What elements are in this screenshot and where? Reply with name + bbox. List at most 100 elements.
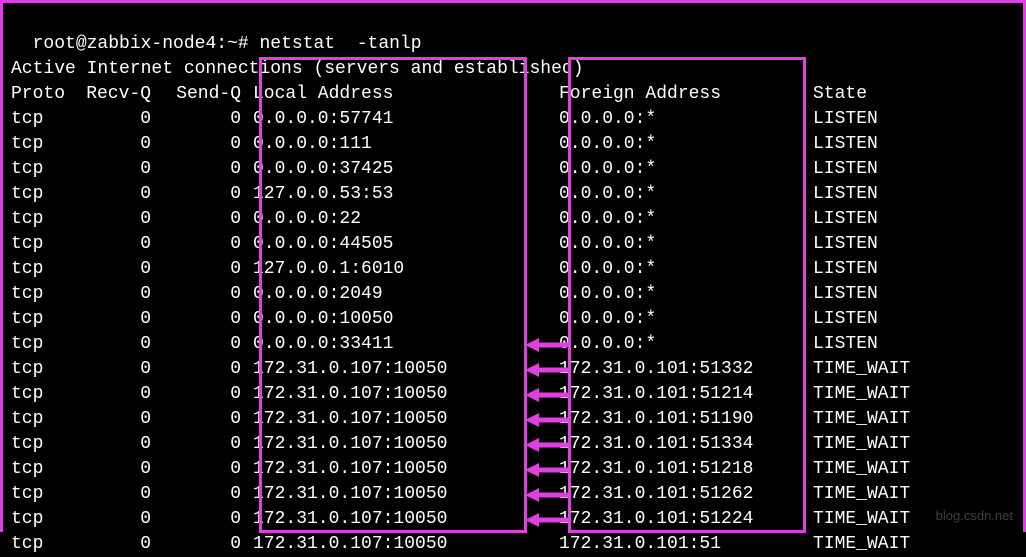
cell-local: 0.0.0.0:44505 (249, 232, 549, 257)
cell-recvq: 0 (79, 382, 159, 407)
table-row: tcp00127.0.0.1:60100.0.0.0:*LISTEN (11, 257, 1015, 282)
cell-recvq: 0 (79, 182, 159, 207)
cell-state: LISTEN (813, 282, 953, 307)
cell-recvq: 0 (79, 507, 159, 532)
cell-foreign: 0.0.0.0:* (549, 132, 813, 157)
table-row: tcp000.0.0.0:220.0.0.0:*LISTEN (11, 207, 1015, 232)
cell-local: 127.0.0.1:6010 (249, 257, 549, 282)
cell-sendq: 0 (159, 407, 249, 432)
cell-proto: tcp (11, 132, 79, 157)
cell-recvq: 0 (79, 157, 159, 182)
cell-sendq: 0 (159, 482, 249, 507)
cell-foreign: 0.0.0.0:* (549, 232, 813, 257)
cell-state: TIME_WAIT (813, 482, 953, 507)
table-row: tcp000.0.0.0:577410.0.0.0:*LISTEN (11, 107, 1015, 132)
cell-proto: tcp (11, 332, 79, 357)
cell-recvq: 0 (79, 407, 159, 432)
cell-local: 127.0.0.53:53 (249, 182, 549, 207)
cell-proto: tcp (11, 357, 79, 382)
cell-recvq: 0 (79, 257, 159, 282)
cell-local: 172.31.0.107:10050 (249, 432, 549, 457)
table-row: tcp00127.0.0.53:530.0.0.0:*LISTEN (11, 182, 1015, 207)
cell-sendq: 0 (159, 207, 249, 232)
cell-foreign: 172.31.0.101:51214 (549, 382, 813, 407)
cell-proto: tcp (11, 432, 79, 457)
cell-state: LISTEN (813, 332, 953, 357)
cell-proto: tcp (11, 232, 79, 257)
cell-foreign: 0.0.0.0:* (549, 107, 813, 132)
cell-state: TIME_WAIT (813, 507, 953, 532)
cell-foreign: 172.31.0.101:51262 (549, 482, 813, 507)
cell-state: LISTEN (813, 307, 953, 332)
cell-sendq: 0 (159, 332, 249, 357)
cell-proto: tcp (11, 157, 79, 182)
cell-proto: tcp (11, 382, 79, 407)
cell-state: TIME_WAIT (813, 432, 953, 457)
cell-proto: tcp (11, 407, 79, 432)
cell-state: LISTEN (813, 232, 953, 257)
table-row: tcp00172.31.0.107:10050172.31.0.101:5122… (11, 507, 1015, 532)
cell-proto: tcp (11, 457, 79, 482)
cell-proto: tcp (11, 207, 79, 232)
table-row: tcp00172.31.0.107:10050172.31.0.101:51TI… (11, 532, 1015, 557)
cell-sendq: 0 (159, 157, 249, 182)
header-state: State (813, 82, 953, 107)
table-row: tcp00172.31.0.107:10050172.31.0.101:5133… (11, 357, 1015, 382)
cell-sendq: 0 (159, 257, 249, 282)
cell-recvq: 0 (79, 332, 159, 357)
header-foreign: Foreign Address (549, 82, 813, 107)
cell-state: TIME_WAIT (813, 532, 953, 557)
cell-state: LISTEN (813, 157, 953, 182)
cell-state: TIME_WAIT (813, 407, 953, 432)
cell-recvq: 0 (79, 457, 159, 482)
cell-state: TIME_WAIT (813, 357, 953, 382)
cell-local: 172.31.0.107:10050 (249, 457, 549, 482)
cell-sendq: 0 (159, 107, 249, 132)
cell-local: 172.31.0.107:10050 (249, 482, 549, 507)
table-row: tcp000.0.0.0:374250.0.0.0:*LISTEN (11, 157, 1015, 182)
table-row: tcp00172.31.0.107:10050172.31.0.101:5133… (11, 432, 1015, 457)
cell-state: LISTEN (813, 132, 953, 157)
cell-recvq: 0 (79, 482, 159, 507)
cell-sendq: 0 (159, 532, 249, 557)
cell-local: 0.0.0.0:2049 (249, 282, 549, 307)
cell-sendq: 0 (159, 182, 249, 207)
table-row: tcp000.0.0.0:445050.0.0.0:*LISTEN (11, 232, 1015, 257)
cell-recvq: 0 (79, 357, 159, 382)
header-recvq: Recv-Q (79, 82, 159, 107)
table-row: tcp000.0.0.0:20490.0.0.0:*LISTEN (11, 282, 1015, 307)
cell-local: 0.0.0.0:37425 (249, 157, 549, 182)
cell-state: LISTEN (813, 257, 953, 282)
header-local: Local Address (249, 82, 549, 107)
cell-state: TIME_WAIT (813, 382, 953, 407)
cell-foreign: 0.0.0.0:* (549, 157, 813, 182)
table-row: tcp000.0.0.0:100500.0.0.0:*LISTEN (11, 307, 1015, 332)
cell-recvq: 0 (79, 207, 159, 232)
cell-local: 172.31.0.107:10050 (249, 407, 549, 432)
table-row: tcp00172.31.0.107:10050172.31.0.101:5121… (11, 382, 1015, 407)
cell-local: 172.31.0.107:10050 (249, 507, 549, 532)
cell-local: 172.31.0.107:10050 (249, 357, 549, 382)
table-row: tcp00172.31.0.107:10050172.31.0.101:5121… (11, 457, 1015, 482)
prompt-command: netstat -tanlp (260, 34, 422, 54)
cell-local: 172.31.0.107:10050 (249, 382, 549, 407)
cell-sendq: 0 (159, 232, 249, 257)
cell-state: LISTEN (813, 207, 953, 232)
cell-recvq: 0 (79, 532, 159, 557)
table-body: tcp000.0.0.0:577410.0.0.0:*LISTENtcp000.… (11, 107, 1015, 557)
cell-proto: tcp (11, 507, 79, 532)
cell-foreign: 172.31.0.101:51332 (549, 357, 813, 382)
cell-local: 0.0.0.0:22 (249, 207, 549, 232)
table-row: tcp00172.31.0.107:10050172.31.0.101:5119… (11, 407, 1015, 432)
cell-recvq: 0 (79, 282, 159, 307)
cell-foreign: 172.31.0.101:51 (549, 532, 813, 557)
table-row: tcp00172.31.0.107:10050172.31.0.101:5126… (11, 482, 1015, 507)
cell-foreign: 0.0.0.0:* (549, 332, 813, 357)
terminal-prompt[interactable]: root@zabbix-node4:~# netstat -tanlp (11, 7, 1015, 57)
cell-foreign: 172.31.0.101:51218 (549, 457, 813, 482)
active-connections-label: Active Internet connections (servers and… (11, 57, 1015, 82)
cell-proto: tcp (11, 532, 79, 557)
cell-foreign: 0.0.0.0:* (549, 282, 813, 307)
cell-foreign: 172.31.0.101:51190 (549, 407, 813, 432)
cell-proto: tcp (11, 257, 79, 282)
